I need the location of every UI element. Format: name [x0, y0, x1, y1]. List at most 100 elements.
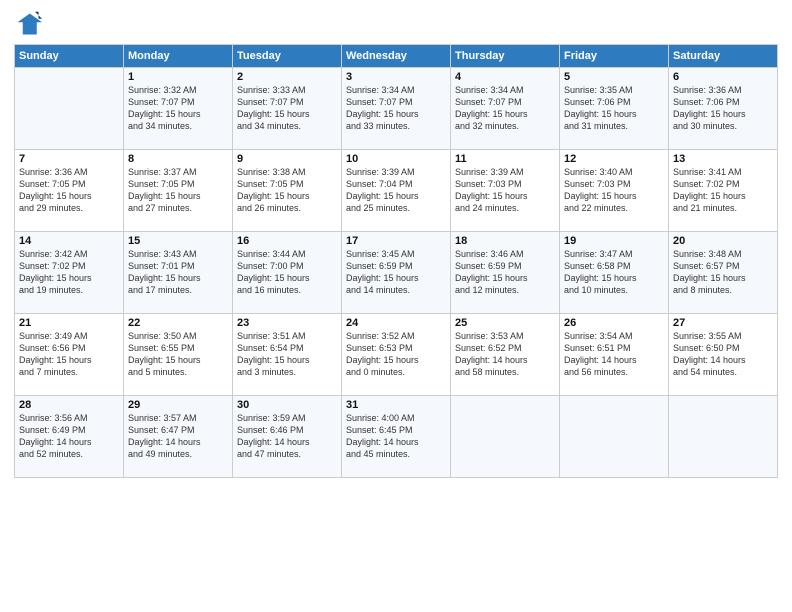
day-cell: 22Sunrise: 3:50 AM Sunset: 6:55 PM Dayli…: [124, 314, 233, 396]
day-cell: 12Sunrise: 3:40 AM Sunset: 7:03 PM Dayli…: [560, 150, 669, 232]
day-cell: 8Sunrise: 3:37 AM Sunset: 7:05 PM Daylig…: [124, 150, 233, 232]
day-info: Sunrise: 3:45 AM Sunset: 6:59 PM Dayligh…: [346, 248, 446, 297]
day-info: Sunrise: 3:36 AM Sunset: 7:06 PM Dayligh…: [673, 84, 773, 133]
day-cell: 18Sunrise: 3:46 AM Sunset: 6:59 PM Dayli…: [451, 232, 560, 314]
day-info: Sunrise: 3:55 AM Sunset: 6:50 PM Dayligh…: [673, 330, 773, 379]
day-number: 21: [19, 317, 119, 329]
day-cell: 15Sunrise: 3:43 AM Sunset: 7:01 PM Dayli…: [124, 232, 233, 314]
day-info: Sunrise: 3:44 AM Sunset: 7:00 PM Dayligh…: [237, 248, 337, 297]
day-number: 22: [128, 317, 228, 329]
day-number: 20: [673, 235, 773, 247]
week-row-5: 28Sunrise: 3:56 AM Sunset: 6:49 PM Dayli…: [15, 396, 778, 478]
day-cell: 9Sunrise: 3:38 AM Sunset: 7:05 PM Daylig…: [233, 150, 342, 232]
day-info: Sunrise: 3:38 AM Sunset: 7:05 PM Dayligh…: [237, 166, 337, 215]
day-number: 1: [128, 71, 228, 83]
day-info: Sunrise: 3:59 AM Sunset: 6:46 PM Dayligh…: [237, 412, 337, 461]
day-cell: [669, 396, 778, 478]
page: SundayMondayTuesdayWednesdayThursdayFrid…: [0, 0, 792, 612]
day-number: 10: [346, 153, 446, 165]
col-header-wednesday: Wednesday: [342, 45, 451, 68]
day-cell: 10Sunrise: 3:39 AM Sunset: 7:04 PM Dayli…: [342, 150, 451, 232]
day-cell: 4Sunrise: 3:34 AM Sunset: 7:07 PM Daylig…: [451, 68, 560, 150]
day-info: Sunrise: 3:39 AM Sunset: 7:04 PM Dayligh…: [346, 166, 446, 215]
day-number: 26: [564, 317, 664, 329]
day-cell: 6Sunrise: 3:36 AM Sunset: 7:06 PM Daylig…: [669, 68, 778, 150]
day-number: 7: [19, 153, 119, 165]
day-info: Sunrise: 3:41 AM Sunset: 7:02 PM Dayligh…: [673, 166, 773, 215]
day-number: 13: [673, 153, 773, 165]
day-info: Sunrise: 3:36 AM Sunset: 7:05 PM Dayligh…: [19, 166, 119, 215]
day-number: 24: [346, 317, 446, 329]
day-cell: 23Sunrise: 3:51 AM Sunset: 6:54 PM Dayli…: [233, 314, 342, 396]
day-info: Sunrise: 3:52 AM Sunset: 6:53 PM Dayligh…: [346, 330, 446, 379]
day-number: 2: [237, 71, 337, 83]
day-info: Sunrise: 3:34 AM Sunset: 7:07 PM Dayligh…: [346, 84, 446, 133]
day-cell: [560, 396, 669, 478]
day-info: Sunrise: 3:39 AM Sunset: 7:03 PM Dayligh…: [455, 166, 555, 215]
day-cell: 25Sunrise: 3:53 AM Sunset: 6:52 PM Dayli…: [451, 314, 560, 396]
day-info: Sunrise: 3:57 AM Sunset: 6:47 PM Dayligh…: [128, 412, 228, 461]
day-cell: 26Sunrise: 3:54 AM Sunset: 6:51 PM Dayli…: [560, 314, 669, 396]
day-number: 23: [237, 317, 337, 329]
week-row-3: 14Sunrise: 3:42 AM Sunset: 7:02 PM Dayli…: [15, 232, 778, 314]
day-info: Sunrise: 3:53 AM Sunset: 6:52 PM Dayligh…: [455, 330, 555, 379]
header: [14, 10, 778, 38]
col-header-monday: Monday: [124, 45, 233, 68]
day-info: Sunrise: 3:35 AM Sunset: 7:06 PM Dayligh…: [564, 84, 664, 133]
day-number: 30: [237, 399, 337, 411]
day-cell: [15, 68, 124, 150]
day-info: Sunrise: 3:54 AM Sunset: 6:51 PM Dayligh…: [564, 330, 664, 379]
day-number: 8: [128, 153, 228, 165]
day-cell: 17Sunrise: 3:45 AM Sunset: 6:59 PM Dayli…: [342, 232, 451, 314]
day-number: 25: [455, 317, 555, 329]
day-number: 12: [564, 153, 664, 165]
day-number: 19: [564, 235, 664, 247]
col-header-thursday: Thursday: [451, 45, 560, 68]
day-info: Sunrise: 3:50 AM Sunset: 6:55 PM Dayligh…: [128, 330, 228, 379]
day-number: 6: [673, 71, 773, 83]
day-number: 18: [455, 235, 555, 247]
col-header-sunday: Sunday: [15, 45, 124, 68]
day-info: Sunrise: 3:40 AM Sunset: 7:03 PM Dayligh…: [564, 166, 664, 215]
col-header-friday: Friday: [560, 45, 669, 68]
day-cell: 3Sunrise: 3:34 AM Sunset: 7:07 PM Daylig…: [342, 68, 451, 150]
day-info: Sunrise: 3:51 AM Sunset: 6:54 PM Dayligh…: [237, 330, 337, 379]
day-info: Sunrise: 3:43 AM Sunset: 7:01 PM Dayligh…: [128, 248, 228, 297]
week-row-1: 1Sunrise: 3:32 AM Sunset: 7:07 PM Daylig…: [15, 68, 778, 150]
day-number: 9: [237, 153, 337, 165]
day-info: Sunrise: 3:56 AM Sunset: 6:49 PM Dayligh…: [19, 412, 119, 461]
day-cell: 29Sunrise: 3:57 AM Sunset: 6:47 PM Dayli…: [124, 396, 233, 478]
day-number: 15: [128, 235, 228, 247]
day-cell: 1Sunrise: 3:32 AM Sunset: 7:07 PM Daylig…: [124, 68, 233, 150]
day-number: 16: [237, 235, 337, 247]
day-number: 28: [19, 399, 119, 411]
day-number: 4: [455, 71, 555, 83]
day-cell: 19Sunrise: 3:47 AM Sunset: 6:58 PM Dayli…: [560, 232, 669, 314]
day-cell: 24Sunrise: 3:52 AM Sunset: 6:53 PM Dayli…: [342, 314, 451, 396]
logo: [14, 10, 46, 38]
logo-icon: [14, 10, 42, 38]
day-cell: 20Sunrise: 3:48 AM Sunset: 6:57 PM Dayli…: [669, 232, 778, 314]
day-info: Sunrise: 3:42 AM Sunset: 7:02 PM Dayligh…: [19, 248, 119, 297]
day-cell: 2Sunrise: 3:33 AM Sunset: 7:07 PM Daylig…: [233, 68, 342, 150]
day-info: Sunrise: 3:32 AM Sunset: 7:07 PM Dayligh…: [128, 84, 228, 133]
day-cell: 27Sunrise: 3:55 AM Sunset: 6:50 PM Dayli…: [669, 314, 778, 396]
day-cell: 11Sunrise: 3:39 AM Sunset: 7:03 PM Dayli…: [451, 150, 560, 232]
day-number: 14: [19, 235, 119, 247]
day-number: 31: [346, 399, 446, 411]
day-cell: 16Sunrise: 3:44 AM Sunset: 7:00 PM Dayli…: [233, 232, 342, 314]
col-header-tuesday: Tuesday: [233, 45, 342, 68]
day-info: Sunrise: 3:46 AM Sunset: 6:59 PM Dayligh…: [455, 248, 555, 297]
header-row: SundayMondayTuesdayWednesdayThursdayFrid…: [15, 45, 778, 68]
day-cell: 5Sunrise: 3:35 AM Sunset: 7:06 PM Daylig…: [560, 68, 669, 150]
day-info: Sunrise: 3:33 AM Sunset: 7:07 PM Dayligh…: [237, 84, 337, 133]
day-cell: 13Sunrise: 3:41 AM Sunset: 7:02 PM Dayli…: [669, 150, 778, 232]
day-cell: 30Sunrise: 3:59 AM Sunset: 6:46 PM Dayli…: [233, 396, 342, 478]
day-cell: [451, 396, 560, 478]
day-number: 5: [564, 71, 664, 83]
day-cell: 28Sunrise: 3:56 AM Sunset: 6:49 PM Dayli…: [15, 396, 124, 478]
week-row-2: 7Sunrise: 3:36 AM Sunset: 7:05 PM Daylig…: [15, 150, 778, 232]
day-info: Sunrise: 3:48 AM Sunset: 6:57 PM Dayligh…: [673, 248, 773, 297]
day-info: Sunrise: 4:00 AM Sunset: 6:45 PM Dayligh…: [346, 412, 446, 461]
day-number: 17: [346, 235, 446, 247]
